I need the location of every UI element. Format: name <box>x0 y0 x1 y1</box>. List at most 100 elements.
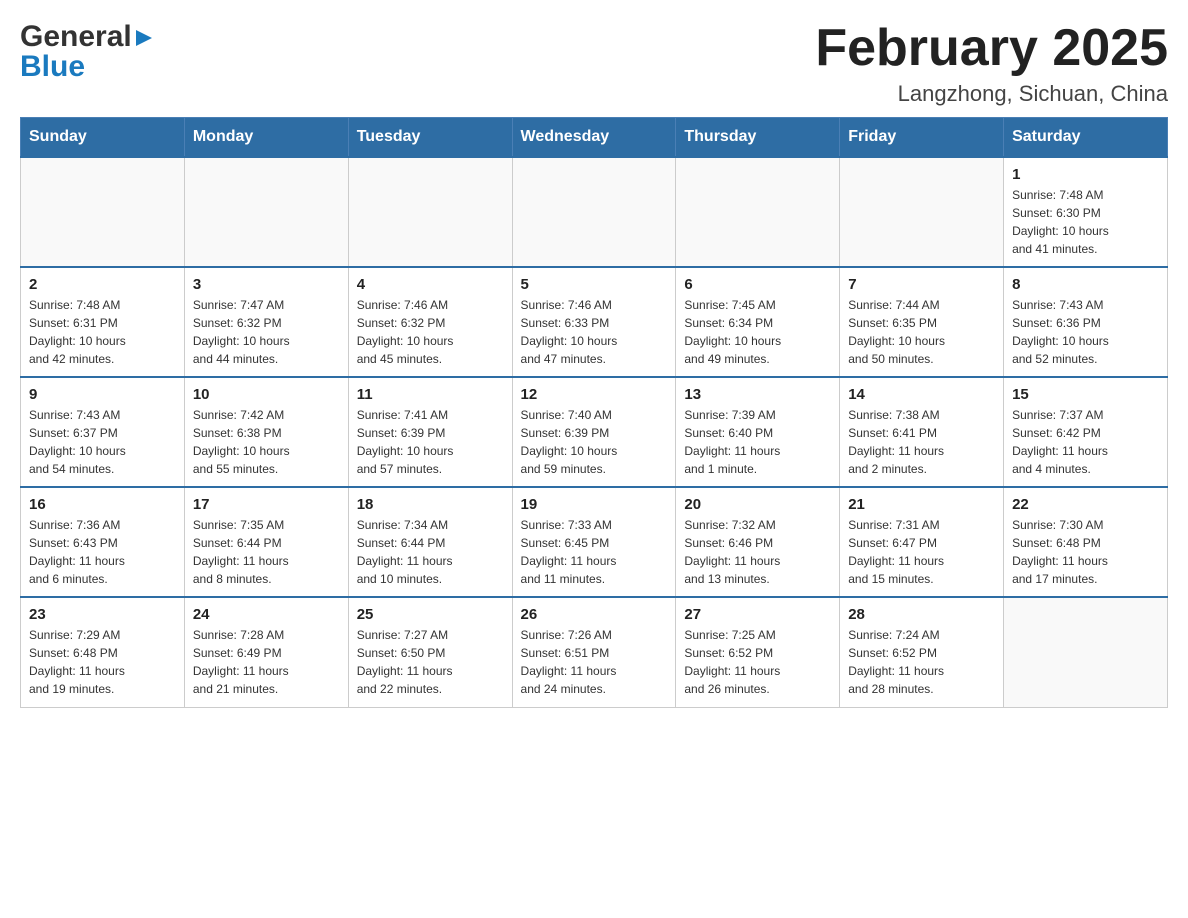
calendar-cell: 10 Sunrise: 7:42 AMSunset: 6:38 PMDayligh… <box>184 377 348 487</box>
day-number: 1 <box>1012 166 1159 183</box>
day-info: Sunrise: 7:34 AMSunset: 6:44 PMDaylight:… <box>357 516 504 588</box>
calendar-week-1: 1 Sunrise: 7:48 AMSunset: 6:30 PMDaylight… <box>21 157 1168 267</box>
day-number: 12 <box>521 386 668 403</box>
day-info: Sunrise: 7:31 AMSunset: 6:47 PMDaylight:… <box>848 516 995 588</box>
day-number: 2 <box>29 276 176 293</box>
day-info: Sunrise: 7:45 AMSunset: 6:34 PMDaylight:… <box>684 296 831 368</box>
day-info: Sunrise: 7:39 AMSunset: 6:40 PMDaylight:… <box>684 406 831 478</box>
day-number: 25 <box>357 606 504 623</box>
day-number: 20 <box>684 496 831 513</box>
day-number: 22 <box>1012 496 1159 513</box>
logo-blue: Blue <box>20 50 154 84</box>
day-info: Sunrise: 7:28 AMSunset: 6:49 PMDaylight:… <box>193 626 340 698</box>
calendar-cell: 15 Sunrise: 7:37 AMSunset: 6:42 PMDayligh… <box>1004 377 1168 487</box>
month-title: February 2025 <box>815 20 1168 77</box>
day-info: Sunrise: 7:48 AMSunset: 6:30 PMDaylight:… <box>1012 186 1159 258</box>
day-info: Sunrise: 7:46 AMSunset: 6:33 PMDaylight:… <box>521 296 668 368</box>
calendar-cell: 14 Sunrise: 7:38 AMSunset: 6:41 PMDayligh… <box>840 377 1004 487</box>
calendar-week-3: 9 Sunrise: 7:43 AMSunset: 6:37 PMDaylight… <box>21 377 1168 487</box>
day-info: Sunrise: 7:43 AMSunset: 6:36 PMDaylight:… <box>1012 296 1159 368</box>
day-number: 21 <box>848 496 995 513</box>
calendar-cell: 27Sunrise: 7:25 AMSunset: 6:52 PMDayligh… <box>676 597 840 707</box>
calendar-cell: 2 Sunrise: 7:48 AMSunset: 6:31 PMDaylight… <box>21 267 185 377</box>
calendar-cell <box>840 157 1004 267</box>
day-info: Sunrise: 7:32 AMSunset: 6:46 PMDaylight:… <box>684 516 831 588</box>
calendar-cell: 17 Sunrise: 7:35 AMSunset: 6:44 PMDayligh… <box>184 487 348 597</box>
calendar-cell <box>184 157 348 267</box>
day-number: 15 <box>1012 386 1159 403</box>
day-number: 13 <box>684 386 831 403</box>
calendar-cell: 23Sunrise: 7:29 AMSunset: 6:48 PMDayligh… <box>21 597 185 707</box>
day-number: 6 <box>684 276 831 293</box>
calendar-cell: 7 Sunrise: 7:44 AMSunset: 6:35 PMDaylight… <box>840 267 1004 377</box>
calendar-cell: 11 Sunrise: 7:41 AMSunset: 6:39 PMDayligh… <box>348 377 512 487</box>
day-info: Sunrise: 7:40 AMSunset: 6:39 PMDaylight:… <box>521 406 668 478</box>
calendar-cell: 16 Sunrise: 7:36 AMSunset: 6:43 PMDayligh… <box>21 487 185 597</box>
day-info: Sunrise: 7:43 AMSunset: 6:37 PMDaylight:… <box>29 406 176 478</box>
day-number: 26 <box>521 606 668 623</box>
calendar-cell: 28Sunrise: 7:24 AMSunset: 6:52 PMDayligh… <box>840 597 1004 707</box>
calendar-week-4: 16 Sunrise: 7:36 AMSunset: 6:43 PMDayligh… <box>21 487 1168 597</box>
day-info: Sunrise: 7:44 AMSunset: 6:35 PMDaylight:… <box>848 296 995 368</box>
day-number: 5 <box>521 276 668 293</box>
logo-general: General <box>20 20 132 54</box>
header-thursday: Thursday <box>676 118 840 158</box>
header-friday: Friday <box>840 118 1004 158</box>
title-block: February 2025 Langzhong, Sichuan, China <box>815 20 1168 107</box>
day-info: Sunrise: 7:27 AMSunset: 6:50 PMDaylight:… <box>357 626 504 698</box>
day-number: 7 <box>848 276 995 293</box>
calendar-table: SundayMondayTuesdayWednesdayThursdayFrid… <box>20 117 1168 708</box>
calendar-cell: 12 Sunrise: 7:40 AMSunset: 6:39 PMDayligh… <box>512 377 676 487</box>
day-number: 14 <box>848 386 995 403</box>
header-saturday: Saturday <box>1004 118 1168 158</box>
day-number: 4 <box>357 276 504 293</box>
calendar-cell <box>21 157 185 267</box>
calendar-cell: 22Sunrise: 7:30 AMSunset: 6:48 PMDayligh… <box>1004 487 1168 597</box>
calendar-cell <box>1004 597 1168 707</box>
page-header: General Blue February 2025 Langzhong, Si… <box>20 20 1168 107</box>
calendar-cell <box>512 157 676 267</box>
day-info: Sunrise: 7:48 AMSunset: 6:31 PMDaylight:… <box>29 296 176 368</box>
calendar-cell: 6 Sunrise: 7:45 AMSunset: 6:34 PMDaylight… <box>676 267 840 377</box>
header-monday: Monday <box>184 118 348 158</box>
calendar-cell: 18 Sunrise: 7:34 AMSunset: 6:44 PMDayligh… <box>348 487 512 597</box>
calendar-cell: 20 Sunrise: 7:32 AMSunset: 6:46 PMDayligh… <box>676 487 840 597</box>
calendar-cell: 5 Sunrise: 7:46 AMSunset: 6:33 PMDaylight… <box>512 267 676 377</box>
calendar-cell <box>348 157 512 267</box>
header-tuesday: Tuesday <box>348 118 512 158</box>
header-wednesday: Wednesday <box>512 118 676 158</box>
day-number: 17 <box>193 496 340 513</box>
calendar-cell: 4 Sunrise: 7:46 AMSunset: 6:32 PMDaylight… <box>348 267 512 377</box>
day-number: 9 <box>29 386 176 403</box>
day-number: 8 <box>1012 276 1159 293</box>
calendar-cell: 19Sunrise: 7:33 AMSunset: 6:45 PMDayligh… <box>512 487 676 597</box>
calendar-cell: 3Sunrise: 7:47 AMSunset: 6:32 PMDaylight… <box>184 267 348 377</box>
calendar-cell: 9 Sunrise: 7:43 AMSunset: 6:37 PMDaylight… <box>21 377 185 487</box>
calendar-cell: 8 Sunrise: 7:43 AMSunset: 6:36 PMDaylight… <box>1004 267 1168 377</box>
calendar-cell: 24Sunrise: 7:28 AMSunset: 6:49 PMDayligh… <box>184 597 348 707</box>
day-info: Sunrise: 7:37 AMSunset: 6:42 PMDaylight:… <box>1012 406 1159 478</box>
day-number: 11 <box>357 386 504 403</box>
day-info: Sunrise: 7:24 AMSunset: 6:52 PMDaylight:… <box>848 626 995 698</box>
logo-triangle-icon <box>134 28 154 48</box>
day-number: 10 <box>193 386 340 403</box>
day-number: 18 <box>357 496 504 513</box>
calendar-cell <box>676 157 840 267</box>
calendar-week-2: 2 Sunrise: 7:48 AMSunset: 6:31 PMDaylight… <box>21 267 1168 377</box>
day-info: Sunrise: 7:33 AMSunset: 6:45 PMDaylight:… <box>521 516 668 588</box>
day-info: Sunrise: 7:47 AMSunset: 6:32 PMDaylight:… <box>193 296 340 368</box>
calendar-week-5: 23Sunrise: 7:29 AMSunset: 6:48 PMDayligh… <box>21 597 1168 707</box>
calendar-cell: 13 Sunrise: 7:39 AMSunset: 6:40 PMDayligh… <box>676 377 840 487</box>
day-info: Sunrise: 7:36 AMSunset: 6:43 PMDaylight:… <box>29 516 176 588</box>
day-info: Sunrise: 7:35 AMSunset: 6:44 PMDaylight:… <box>193 516 340 588</box>
calendar-cell: 26 Sunrise: 7:26 AMSunset: 6:51 PMDayligh… <box>512 597 676 707</box>
day-info: Sunrise: 7:26 AMSunset: 6:51 PMDaylight:… <box>521 626 668 698</box>
calendar-cell: 21 Sunrise: 7:31 AMSunset: 6:47 PMDayligh… <box>840 487 1004 597</box>
day-info: Sunrise: 7:25 AMSunset: 6:52 PMDaylight:… <box>684 626 831 698</box>
day-info: Sunrise: 7:38 AMSunset: 6:41 PMDaylight:… <box>848 406 995 478</box>
day-info: Sunrise: 7:42 AMSunset: 6:38 PMDaylight:… <box>193 406 340 478</box>
day-number: 16 <box>29 496 176 513</box>
day-info: Sunrise: 7:41 AMSunset: 6:39 PMDaylight:… <box>357 406 504 478</box>
day-info: Sunrise: 7:46 AMSunset: 6:32 PMDaylight:… <box>357 296 504 368</box>
day-number: 23 <box>29 606 176 623</box>
